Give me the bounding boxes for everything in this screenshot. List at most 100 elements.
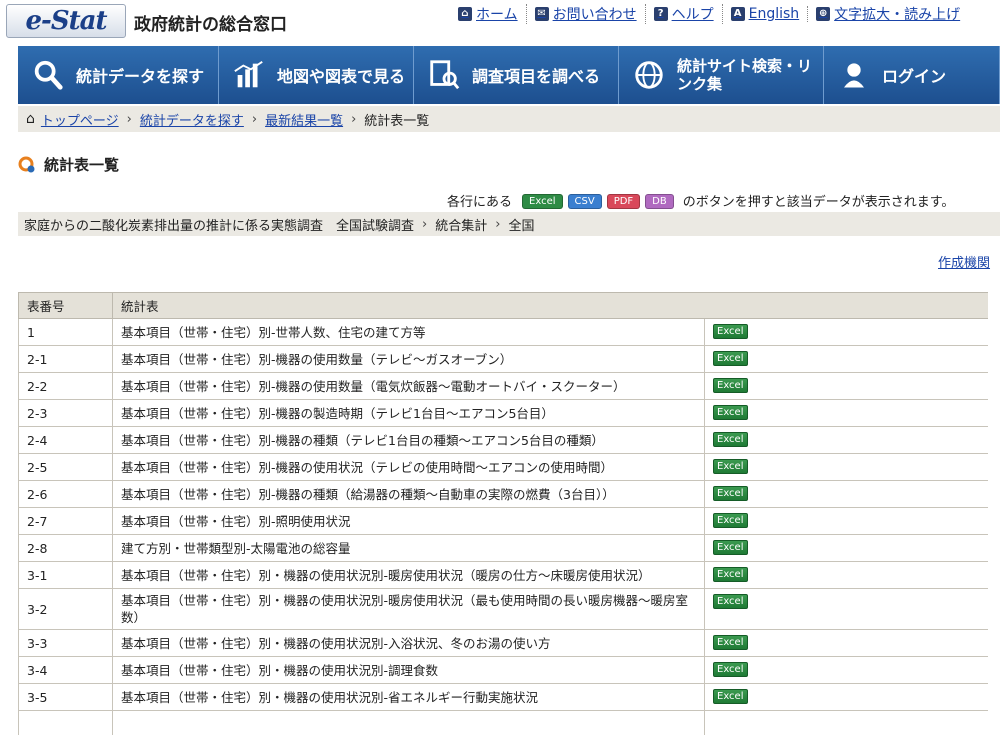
table-title-cell: 基本項目（世帯・住宅）別・機器の使用状況別-省エネルギー行動実施状況: [112, 683, 705, 711]
breadcrumb-link[interactable]: 最新結果一覧: [265, 110, 343, 129]
excel-button[interactable]: Excel: [713, 635, 748, 650]
table-button-cell: Excel: [704, 399, 988, 427]
english-icon: A: [730, 7, 745, 21]
table-number-cell: 3-5: [18, 683, 113, 711]
table-number-cell: 2-1: [18, 345, 113, 373]
table-button-cell: Excel: [704, 507, 988, 535]
stats-table: 表番号 統計表 1 基本項目（世帯・住宅）別-世帯人数、住宅の建て方等 Excel 2…: [18, 292, 988, 735]
creator-link[interactable]: 作成機関: [938, 252, 990, 271]
table-button-cell: Excel: [704, 318, 988, 346]
survey-level2: 全国: [508, 218, 535, 234]
excel-button[interactable]: Excel: [713, 324, 748, 339]
excel-button[interactable]: Excel: [713, 594, 748, 609]
table-row: [18, 710, 988, 735]
table-number-cell: 2-4: [18, 426, 113, 454]
top-link-english[interactable]: A English: [723, 6, 809, 22]
top-link-label: お問い合わせ: [552, 7, 637, 23]
survey-level1: 統合集計: [435, 218, 488, 234]
excel-button[interactable]: Excel: [713, 405, 748, 420]
table-title-cell: 基本項目（世帯・住宅）別-機器の使用数量（テレビ～ガスオーブン）: [112, 345, 705, 373]
nav-item-search[interactable]: 統計データを探す: [18, 46, 219, 104]
table-title-cell: 基本項目（世帯・住宅）別-機器の種類（給湯器の種類～自動車の実際の燃費（3台目）…: [112, 480, 705, 508]
excel-button[interactable]: Excel: [713, 459, 748, 474]
top-link-label: ヘルプ: [671, 7, 714, 23]
table-title-cell: 建て方別・世帯類型別-太陽電池の総容量: [112, 534, 705, 562]
table-title-cell: 基本項目（世帯・住宅）別・機器の使用状況別-暖房使用状況（暖房の仕方～床暖房使用…: [112, 561, 705, 589]
search-icon: [30, 57, 66, 93]
table-button-cell: Excel: [704, 372, 988, 400]
breadcrumb: ⌂ トップページ › 統計データを探す › 最新結果一覧 › 統計表一覧: [18, 106, 1000, 132]
nav-item-globe[interactable]: 統計サイト検索・リンク集: [619, 46, 824, 104]
breadcrumb-link[interactable]: 統計データを探す: [140, 110, 244, 129]
excel-button[interactable]: Excel: [713, 567, 748, 582]
excel-button[interactable]: Excel: [713, 662, 748, 677]
stats-table-container: 表番号 統計表 1 基本項目（世帯・住宅）別-世帯人数、住宅の建て方等 Excel 2…: [18, 292, 988, 735]
excel-button[interactable]: Excel: [713, 432, 748, 447]
page-title-text: 統計表一覧: [44, 156, 120, 174]
table-number-cell: 3-2: [18, 588, 113, 630]
top-link-label: ホーム: [476, 7, 518, 23]
table-row: 2-3 基本項目（世帯・住宅）別-機器の製造時期（テレビ1台目～エアコン5台目） E…: [18, 399, 988, 427]
table-title-cell: 基本項目（世帯・住宅）別・機器の使用状況別-入浴状況、冬のお湯の使い方: [112, 629, 705, 657]
table-number-cell: 2-5: [18, 453, 113, 481]
table-row: 2-7 基本項目（世帯・住宅）別-照明使用状況 Excel: [18, 507, 988, 535]
nav-item-label: 地図や図表で見る: [277, 67, 406, 86]
table-number-cell: [18, 710, 113, 735]
site-title: 政府統計の総合窓口: [134, 15, 287, 35]
table-title-cell: 基本項目（世帯・住宅）別・機器の使用状況別-調理食数: [112, 656, 705, 684]
breadcrumb-separator: ›: [126, 111, 132, 127]
table-number-cell: 2-3: [18, 399, 113, 427]
header-table-number: 表番号: [18, 292, 113, 319]
excel-button[interactable]: Excel: [713, 513, 748, 528]
nav-item-document-search[interactable]: 調査項目を調べる: [414, 46, 619, 104]
breadcrumb-separator: ›: [251, 111, 258, 127]
table-title-cell: 基本項目（世帯・住宅）別-機器の使用数量（電気炊飯器～電動オートバイ・スクーター…: [112, 372, 705, 400]
table-row: 3-2 基本項目（世帯・住宅）別・機器の使用状況別-暖房使用状況（最も使用時間の長…: [18, 588, 988, 630]
breadcrumb-separator: ›: [351, 111, 357, 127]
table-number-cell: 3-4: [18, 656, 113, 684]
table-button-cell: Excel: [704, 453, 988, 481]
survey-name: 家庭からの二酸化炭素排出量の推計に係る実態調査 全国試験調査: [24, 218, 415, 234]
breadcrumb-current: 統計表一覧: [364, 113, 430, 129]
nav-item-label: 統計データを探す: [76, 67, 205, 86]
top-link-zoom[interactable]: ⊕ 文字拡大・読み上げ: [808, 4, 968, 24]
path-separator: ›: [495, 216, 501, 232]
contact-icon: ✉: [534, 7, 549, 21]
table-number-cell: 2-6: [18, 480, 113, 508]
document-search-icon: [426, 57, 462, 93]
top-link-home[interactable]: ⌂ ホーム: [450, 4, 527, 24]
table-row: 3-5 基本項目（世帯・住宅）別・機器の使用状況別-省エネルギー行動実施状況 Exc…: [18, 683, 988, 711]
legend-db-button: DB: [645, 193, 674, 209]
table-row: 2-1 基本項目（世帯・住宅）別-機器の使用数量（テレビ～ガスオーブン） Excel: [18, 345, 988, 373]
top-link-help[interactable]: ? ヘルプ: [646, 4, 723, 24]
top-link-contact[interactable]: ✉ お問い合わせ: [527, 4, 646, 24]
breadcrumb-link[interactable]: トップページ: [41, 110, 119, 129]
table-number-cell: 3-3: [18, 629, 113, 657]
table-number-cell: 3-1: [18, 561, 113, 589]
excel-button[interactable]: Excel: [713, 540, 748, 555]
home-icon: ⌂: [26, 111, 35, 127]
table-row: 2-5 基本項目（世帯・住宅）別-機器の使用状況（テレビの使用時間～エアコンの使用…: [18, 453, 988, 481]
excel-button[interactable]: Excel: [713, 378, 748, 393]
excel-button[interactable]: Excel: [713, 486, 748, 501]
table-button-cell: Excel: [704, 683, 988, 711]
excel-button[interactable]: Excel: [713, 689, 748, 704]
globe-icon: [631, 57, 667, 93]
estat-logo[interactable]: e-Stat: [6, 4, 126, 38]
nav-item-map-chart[interactable]: 地図や図表で見る: [219, 46, 414, 104]
info-suffix: のボタンを押すと該当データが表示されます。: [682, 195, 955, 210]
table-number-cell: 1: [18, 318, 113, 346]
home-icon: ⌂: [458, 7, 472, 21]
table-row: 3-4 基本項目（世帯・住宅）別・機器の使用状況別-調理食数 Excel: [18, 656, 988, 684]
table-number-cell: 2-2: [18, 372, 113, 400]
table-title-cell: 基本項目（世帯・住宅）別-機器の製造時期（テレビ1台目～エアコン5台目）: [112, 399, 705, 427]
excel-button[interactable]: Excel: [713, 351, 748, 366]
table-row: 2-4 基本項目（世帯・住宅）別-機器の種類（テレビ1台目の種類～エアコン5台目の…: [18, 426, 988, 454]
table-button-cell: Excel: [704, 480, 988, 508]
table-button-cell: Excel: [704, 426, 988, 454]
table-title-cell: 基本項目（世帯・住宅）別・機器の使用状況別-暖房使用状況（最も使用時間の長い暖房…: [112, 588, 705, 630]
nav-item-user[interactable]: ログイン: [824, 46, 1000, 104]
nav-item-label: 調査項目を調べる: [472, 67, 601, 86]
legend-csv-button: CSV: [567, 193, 602, 209]
top-links: ⌂ ホーム ✉ お問い合わせ? ヘルプ A English ⊕ 文字拡大・読み上げ: [450, 4, 968, 24]
